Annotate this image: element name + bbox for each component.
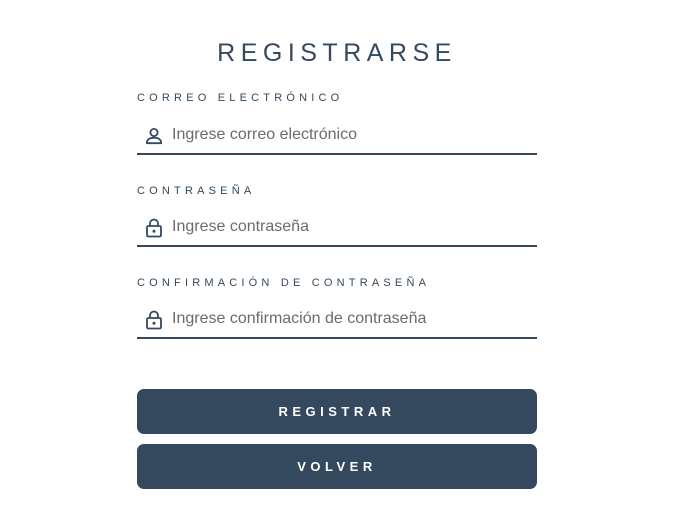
page-title: REGISTRARSE: [217, 39, 457, 67]
confirm-password-label: CONFIRMACIÓN DE CONTRASEÑA: [137, 277, 431, 289]
password-field-container: [137, 209, 537, 247]
password-input[interactable]: [172, 215, 532, 239]
email-input[interactable]: [172, 123, 532, 147]
lock-icon: [145, 310, 163, 330]
confirm-password-field-container: [137, 301, 537, 339]
confirm-password-input[interactable]: [172, 307, 532, 331]
password-label: CONTRASEÑA: [137, 185, 256, 197]
user-icon: [145, 126, 163, 146]
email-label: CORREO ELECTRÓNICO: [137, 92, 344, 104]
lock-icon: [145, 218, 163, 238]
email-field-container: [137, 117, 537, 155]
register-button[interactable]: REGISTRAR: [137, 389, 537, 434]
back-button[interactable]: VOLVER: [137, 444, 537, 489]
